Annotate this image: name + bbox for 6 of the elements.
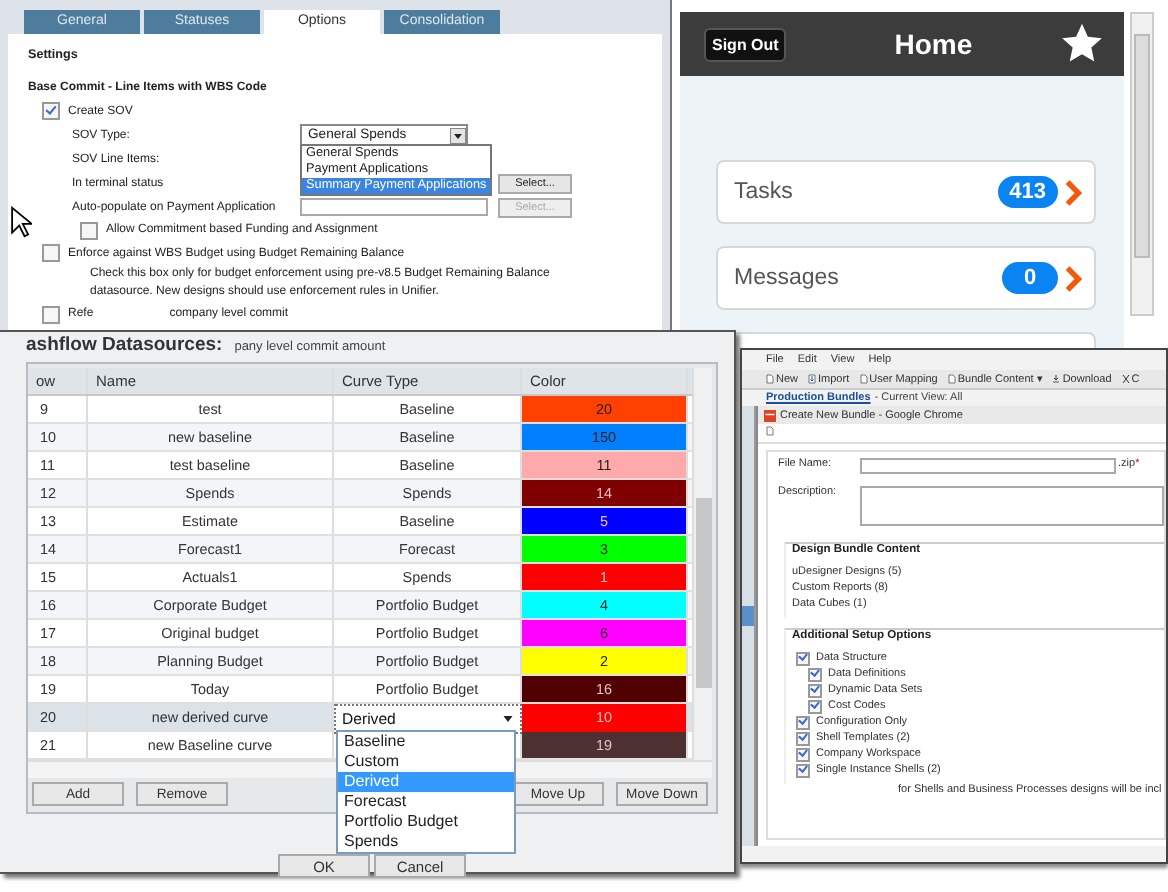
count-badge: 413: [997, 176, 1058, 208]
item-label: Messages: [734, 266, 841, 290]
section-heading: ashflow Datasources:: [26, 334, 223, 356]
page-title: Home: [894, 28, 973, 60]
count-badge: 0: [1002, 262, 1058, 294]
item-label: Tasks: [734, 180, 795, 204]
